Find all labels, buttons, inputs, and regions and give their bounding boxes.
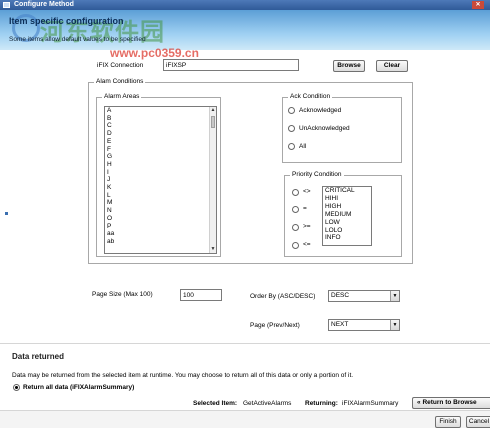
scroll-thumb[interactable] (211, 116, 215, 128)
alarm-area-item[interactable]: K (105, 184, 216, 192)
selected-item-value: GetActiveAlarms (243, 400, 292, 407)
clear-button[interactable]: Clear (376, 60, 408, 72)
priority-level-item[interactable]: CRITICAL (323, 187, 371, 195)
ack-condition-legend: Ack Condition (288, 93, 333, 100)
alarm-area-item[interactable]: H (105, 161, 216, 169)
returning-label: Returning: (305, 400, 338, 407)
ack-radio-acknowledged[interactable] (288, 107, 295, 114)
alarm-area-item[interactable]: ab (105, 238, 216, 246)
scroll-up-icon[interactable]: ▲ (210, 107, 216, 114)
return-to-browse-button[interactable]: « Return to Browse (412, 397, 490, 409)
returning-value: iFIXAlarmSummary (342, 400, 399, 407)
return-all-radio[interactable] (13, 384, 20, 391)
order-by-value: DESC (331, 292, 350, 299)
scroll-down-icon[interactable]: ▼ (210, 246, 216, 253)
data-returned-description: Data may be returned from the selected i… (12, 372, 354, 379)
header-title: Item specific configuration (9, 16, 124, 26)
app-icon (3, 2, 10, 8)
alarm-area-item[interactable]: B (105, 115, 216, 123)
browse-button[interactable]: Browse (333, 60, 365, 72)
chevron-down-icon[interactable]: ▼ (390, 291, 399, 301)
ack-condition-group: Ack Condition Acknowledged UnAcknowledge… (282, 93, 402, 163)
cancel-button[interactable]: Cancel (466, 416, 490, 428)
alarm-conditions-legend: Alam Conditions (94, 78, 146, 85)
order-by-select[interactable]: DESC ▼ (328, 290, 400, 302)
alarm-area-item[interactable]: aa (105, 230, 216, 238)
section-divider (0, 343, 490, 344)
priority-op-label-le: <= (303, 241, 311, 248)
ack-label-acknowledged: Acknowledged (299, 107, 342, 114)
header-subtitle: Some items allow default values to be sp… (9, 36, 146, 43)
footer-bar (0, 410, 490, 428)
ack-radio-all[interactable] (288, 143, 295, 150)
connection-input[interactable]: iFIXSP (163, 59, 299, 71)
connection-label: iFIX Connection (97, 62, 144, 69)
alarm-area-item[interactable]: I (105, 169, 216, 177)
priority-level-item[interactable]: HIGH (323, 203, 371, 211)
header-banner: 河东软件园 Item specific configuration Some i… (0, 10, 490, 60)
selected-item-label: Selected Item: (193, 400, 238, 407)
priority-op-radio-ne[interactable] (292, 189, 299, 196)
alarm-area-item[interactable]: O (105, 215, 216, 223)
side-marker (5, 212, 8, 215)
alarm-area-item[interactable]: D (105, 130, 216, 138)
alarm-area-item[interactable]: N (105, 207, 216, 215)
ack-label-all: All (299, 143, 307, 150)
page-nav-select[interactable]: NEXT ▼ (328, 319, 400, 331)
priority-op-radio-eq[interactable] (292, 206, 299, 213)
priority-level-item[interactable]: HIHI (323, 195, 371, 203)
priority-level-item[interactable]: MEDIUM (323, 211, 371, 219)
priority-op-label-eq: = (303, 205, 307, 212)
alarm-conditions-group: Alam Conditions Alarm Areas ABCDEFGHIJKL… (88, 78, 413, 264)
priority-op-label-ne: <> (303, 188, 311, 195)
alarm-area-item[interactable]: P (105, 223, 216, 231)
page-size-label: Page Size (Max 100) (92, 291, 153, 298)
alarm-area-item[interactable]: G (105, 153, 216, 161)
alarm-area-item[interactable]: A (105, 107, 216, 115)
close-icon[interactable]: ✕ (472, 1, 484, 9)
priority-op-radio-ge[interactable] (292, 224, 299, 231)
ack-radio-unacknowledged[interactable] (288, 125, 295, 132)
priority-condition-legend: Priority Condition (290, 171, 344, 178)
alarm-areas-list[interactable]: A B C D E F G H I J K L M N O Paa ab ▲ ▼ (104, 106, 217, 254)
alarm-areas-scrollbar[interactable]: ▲ ▼ (209, 107, 216, 253)
alarm-area-item[interactable]: F (105, 146, 216, 154)
alarm-area-item[interactable]: L (105, 192, 216, 200)
finish-button[interactable]: Finish (435, 416, 461, 428)
double-chevron-left-icon: « (417, 399, 421, 406)
return-all-label: Return all data (iFIXAlarmSummary) (23, 384, 135, 391)
priority-op-label-ge: >= (303, 223, 311, 230)
ack-label-unacknowledged: UnAcknowledged (299, 125, 350, 132)
watermark-url: www.pc0359.cn (110, 46, 199, 60)
alarm-area-item[interactable]: M (105, 199, 216, 207)
priority-levels-list[interactable]: CRITICAL HIHI HIGH MEDIUM LOW LOLO INFO (322, 186, 372, 246)
priority-op-radio-le[interactable] (292, 242, 299, 249)
page-size-input[interactable]: 100 (180, 289, 222, 301)
priority-condition-group: Priority Condition <> = >= <= CRITICAL HI… (284, 171, 402, 257)
window-title: Configure Method (14, 1, 74, 8)
title-bar: Configure Method ✕ (0, 0, 490, 10)
alarm-area-item[interactable]: C (105, 122, 216, 130)
data-returned-title: Data returned (12, 352, 65, 361)
page-nav-label: Page (Prev/Next) (250, 322, 300, 329)
alarm-areas-legend: Alarm Areas (102, 93, 142, 100)
priority-level-item[interactable]: LOW (323, 219, 371, 227)
return-to-browse-label: Return to Browse (422, 399, 477, 406)
chevron-down-icon[interactable]: ▼ (390, 320, 399, 330)
order-by-label: Order By (ASC/DESC) (250, 293, 316, 300)
priority-level-item[interactable]: INFO (323, 234, 371, 242)
alarm-area-item[interactable]: E (105, 138, 216, 146)
page-nav-value: NEXT (331, 321, 349, 328)
priority-level-item[interactable]: LOLO (323, 227, 371, 235)
alarm-areas-group: Alarm Areas A B C D E F G H I J K L M N O Paa ab ▲ ▼ (96, 93, 221, 257)
alarm-area-item[interactable]: J (105, 176, 216, 184)
